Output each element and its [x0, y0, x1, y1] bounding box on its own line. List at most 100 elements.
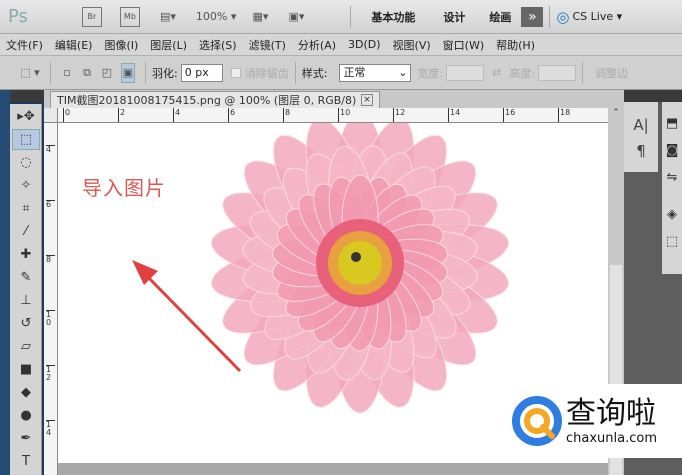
- menu-filter[interactable]: 滤镜(T): [249, 37, 286, 53]
- document-tab[interactable]: TIM截图20181008175415.png @ 100% (图层 0, RG…: [50, 91, 380, 108]
- close-icon[interactable]: ×: [361, 94, 373, 106]
- arrange-documents-button[interactable]: ▦▾: [250, 7, 270, 27]
- paragraph-panel-icon[interactable]: ¶: [624, 142, 658, 160]
- more-workspaces-button[interactable]: »: [521, 6, 544, 27]
- annotation-text: 导入图片: [82, 176, 166, 200]
- menu-view[interactable]: 视图(V): [393, 37, 431, 53]
- antialias-label: 消除锯齿: [244, 66, 289, 80]
- workspace-design[interactable]: 设计: [443, 9, 465, 25]
- ruler-label: 16: [503, 108, 515, 122]
- width-input[interactable]: [446, 64, 485, 81]
- type-icon[interactable]: T: [12, 451, 40, 472]
- ruler-label: 2: [118, 108, 125, 122]
- screen-mode-button[interactable]: ▣▾: [286, 7, 306, 27]
- pen-icon[interactable]: ✒: [12, 428, 40, 449]
- cs-live-icon: ◎: [556, 7, 570, 26]
- watermark-name: 查询啦: [566, 395, 656, 431]
- ruler-label: 6: [46, 200, 55, 209]
- cs-live-button[interactable]: ◎ CS Live ▾: [556, 8, 622, 26]
- menu-analysis[interactable]: 分析(A): [298, 37, 336, 53]
- ruler-origin[interactable]: [44, 108, 58, 123]
- ruler-label: 14: [46, 420, 55, 437]
- style-label: 样式:: [301, 66, 328, 80]
- feather-input[interactable]: 0 px: [180, 63, 223, 82]
- antialias-checkbox[interactable]: [230, 67, 241, 78]
- ruler-label: 12: [393, 108, 405, 122]
- desktop-edge: [0, 90, 10, 475]
- add-selection-icon[interactable]: ⧉: [81, 63, 93, 83]
- ruler-label: 6: [228, 108, 235, 122]
- history-brush-icon[interactable]: ↺: [12, 313, 40, 334]
- tool-preset-picker[interactable]: ⬚ ▾: [20, 63, 40, 83]
- blur-icon[interactable]: ◆: [12, 382, 40, 403]
- workspace-painting[interactable]: 绘画: [489, 9, 511, 25]
- workspace-essentials[interactable]: 基本功能: [371, 9, 415, 25]
- scroll-up-icon[interactable]: ⌃: [608, 108, 624, 118]
- flower-pistil: [351, 252, 361, 262]
- ruler-label: 10: [46, 310, 55, 327]
- menu-edit[interactable]: 编辑(E): [55, 37, 93, 53]
- height-label: 高度:: [509, 66, 536, 80]
- horizontal-scrollbar[interactable]: [58, 463, 608, 475]
- document-title: TIM截图20181008175415.png @ 100% (图层 0, RG…: [57, 94, 357, 107]
- feather-label: 羽化:: [152, 66, 178, 80]
- bridge-button[interactable]: Br: [81, 6, 102, 27]
- ruler-label: 18: [558, 108, 570, 122]
- stamp-icon[interactable]: ⊥: [12, 290, 40, 311]
- menu-3d[interactable]: 3D(D): [348, 38, 381, 51]
- view-extras-button[interactable]: ▤▾: [158, 7, 178, 27]
- width-label: 宽度:: [417, 66, 444, 80]
- menu-file[interactable]: 文件(F): [6, 37, 43, 53]
- dodge-icon[interactable]: ●: [12, 405, 40, 426]
- character-panel-icon[interactable]: A|: [624, 116, 658, 134]
- brush-icon[interactable]: ✎: [12, 267, 40, 288]
- 3d-panel-icon[interactable]: ⬒: [662, 116, 682, 131]
- menu-window[interactable]: 窗口(W): [443, 37, 484, 53]
- watermark-logo: 查询啦 chaxunla.com: [506, 384, 682, 458]
- menu-select[interactable]: 选择(S): [199, 37, 237, 53]
- ruler-label: 4: [173, 108, 180, 122]
- swap-icon[interactable]: ⇄: [492, 66, 501, 79]
- gradient-icon[interactable]: ■: [12, 359, 40, 380]
- ps-logo: Ps: [8, 6, 28, 27]
- ruler-label: 10: [338, 108, 350, 122]
- style-select[interactable]: 正常 ⌄: [339, 63, 412, 82]
- new-selection-icon[interactable]: ▫: [61, 63, 73, 83]
- ruler-label: 14: [448, 108, 460, 122]
- magic-wand-icon[interactable]: ✧: [12, 175, 40, 196]
- layers-panel-icon[interactable]: ◈: [662, 207, 682, 222]
- menu-layer[interactable]: 图层(L): [150, 37, 187, 53]
- vertical-ruler[interactable]: 4 6 8 10 12 14: [44, 123, 58, 475]
- ruler-label: 0: [63, 108, 70, 122]
- crop-icon[interactable]: ⌗: [12, 198, 40, 219]
- subtract-selection-icon[interactable]: ◰: [101, 63, 113, 83]
- height-input[interactable]: [538, 64, 577, 81]
- menu-help[interactable]: 帮助(H): [496, 37, 535, 53]
- rect-marquee-icon[interactable]: ⬚: [12, 129, 40, 150]
- watermark-url: chaxunla.com: [566, 430, 657, 446]
- tools-panel: ▸✥ ⬚ ◌ ✧ ⌗ ⁄ ✚ ✎ ⊥ ↺ ▱ ■ ◆ ● ✒ T: [10, 104, 42, 475]
- adjustments-panel-icon[interactable]: ⇋: [662, 170, 682, 185]
- application-bar: Ps Br Mb ▤▾ 100% ▾ ▦▾ ▣▾ 基本功能 设计 绘画 » ◎ C…: [0, 0, 682, 34]
- ruler-label: 8: [46, 255, 55, 264]
- zoom-level-dropdown[interactable]: 100% ▾: [196, 7, 236, 27]
- minibridge-button[interactable]: Mb: [119, 6, 140, 27]
- eraser-icon[interactable]: ▱: [12, 336, 40, 357]
- search-logo-icon: [512, 396, 562, 446]
- ruler-label: 8: [283, 108, 290, 122]
- refine-edge-button[interactable]: 调整边: [595, 65, 628, 81]
- menu-bar: 文件(F) 编辑(E) 图像(I) 图层(L) 选择(S) 滤镜(T) 分析(A…: [0, 34, 682, 56]
- intersect-selection-icon[interactable]: ▣: [121, 62, 135, 83]
- options-bar: ⬚ ▾ ▫ ⧉ ◰ ▣ 羽化: 0 px 消除锯齿 样式: 正常 ⌄ 宽度: ⇄ …: [0, 56, 682, 90]
- lasso-icon[interactable]: ◌: [12, 152, 40, 173]
- zoom-level: 100%: [195, 10, 228, 23]
- eyedropper-icon[interactable]: ⁄: [12, 221, 40, 242]
- move-icon[interactable]: ▸✥: [12, 106, 40, 127]
- flower-center: [338, 241, 382, 285]
- menu-image[interactable]: 图像(I): [104, 37, 138, 53]
- ruler-label: 4: [46, 145, 55, 154]
- masks-panel-icon[interactable]: ◙: [662, 143, 682, 158]
- paths-panel-icon[interactable]: ⬚: [662, 234, 682, 249]
- healing-icon[interactable]: ✚: [12, 244, 40, 265]
- horizontal-ruler[interactable]: 0 2 4 6 8 10 12 14 16 18: [58, 108, 608, 123]
